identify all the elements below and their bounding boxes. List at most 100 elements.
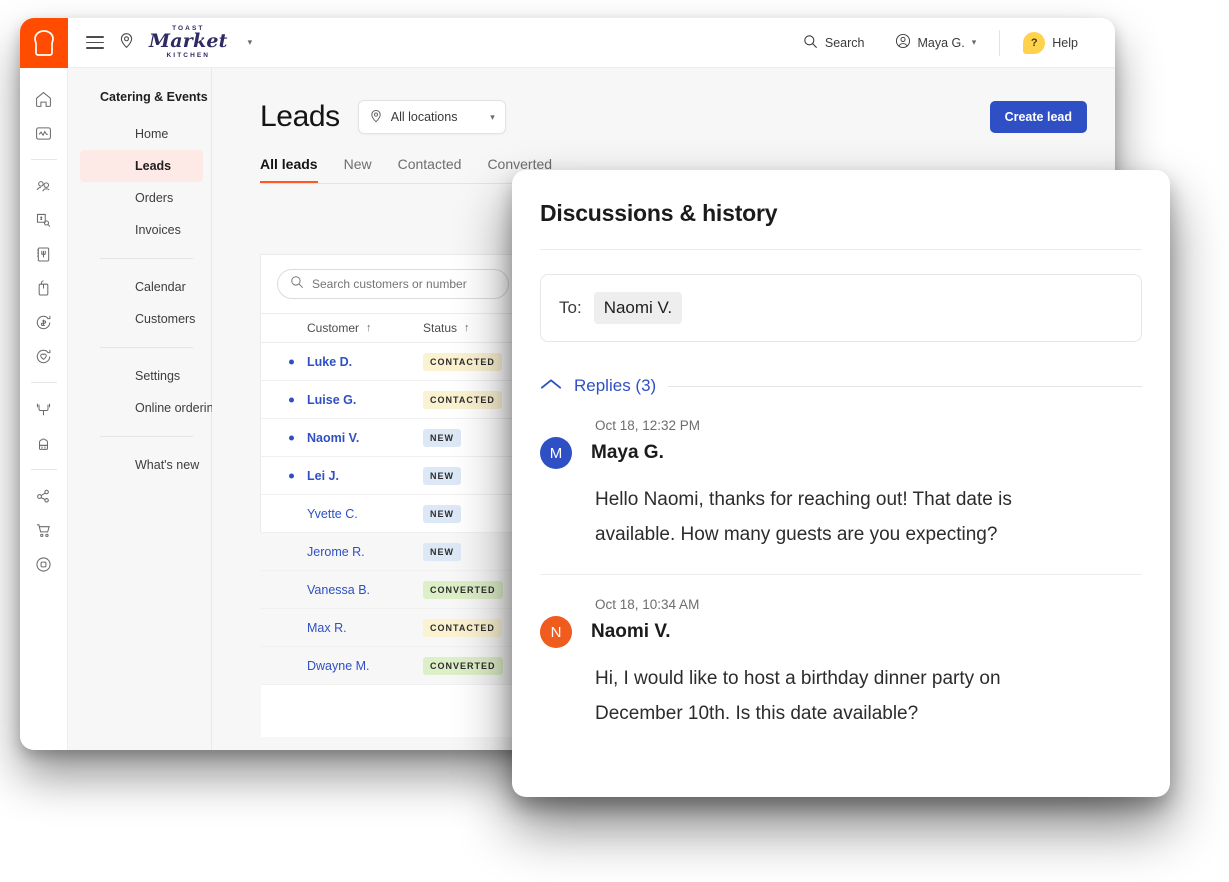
column-header-customer[interactable]: Customer ↑ [277,321,423,335]
cell-customer[interactable]: Yvette C. [277,505,423,523]
help-button-label: Help [1052,35,1078,50]
column-header-status-label: Status [423,321,458,335]
status-badge: CONTACTED [423,391,502,409]
sidebar-item-whats-new[interactable]: What's new [80,449,203,481]
unread-dot-icon [289,397,294,402]
customer-name[interactable]: Jerome R. [307,545,365,559]
modal-divider [540,249,1142,250]
message-timestamp: Oct 18, 12:32 PM [595,418,701,433]
search-button[interactable]: Search [788,34,880,52]
search-input[interactable] [312,277,496,291]
avatar-icon [895,33,911,52]
sidebar-item-invoices[interactable]: Invoices [80,214,203,246]
home-icon[interactable] [27,82,61,116]
sort-ascending-icon: ↑ [464,322,470,334]
message-header: N Naomi V. [540,616,1142,649]
cell-customer[interactable]: Luise G. [277,391,423,409]
menus-icon[interactable] [27,237,61,271]
customer-name[interactable]: Luke D. [307,355,352,369]
message-list: Oct 18, 12:32 PM M Maya G. Hello Naomi, tha… [512,418,1170,732]
cart-icon[interactable] [27,513,61,547]
sidebar-item-home[interactable]: Home [80,118,203,150]
sidebar-item-orders[interactable]: Orders [80,182,203,214]
rail-divider [30,159,57,160]
cell-customer[interactable]: Vanessa B. [277,581,423,599]
to-recipient-chip[interactable]: Naomi V. [593,292,683,324]
avatar: N [540,616,572,649]
chevron-down-icon: ▾ [490,111,495,122]
tab-all-leads[interactable]: All leads [260,156,318,184]
loyalty-icon[interactable] [27,339,61,373]
search-customers-box[interactable] [277,269,509,299]
cell-customer[interactable]: Jerome R. [277,543,423,561]
customer-name[interactable]: Naomi V. [307,431,359,445]
status-badge: CONTACTED [423,619,502,637]
sort-ascending-icon: ↑ [366,322,372,334]
cell-customer[interactable]: Dwayne M. [277,657,423,675]
kitchen-icon[interactable] [27,426,61,460]
message-body: Hello Naomi, thanks for reaching out! Th… [595,489,1012,546]
cell-customer[interactable]: Luke D. [277,353,423,371]
location-pin-icon [369,109,383,126]
cell-customer[interactable]: Naomi V. [277,429,423,447]
table-service-icon[interactable] [27,392,61,426]
nav-sidebar: Catering & Events Home Leads Orders Invo… [68,68,220,750]
replies-section-header[interactable]: Replies (3) [540,376,1142,396]
replies-rule [668,385,1142,387]
tab-contacted[interactable]: Contacted [398,156,462,184]
message-item: Oct 18, 12:32 PM M Maya G. Hello Naomi, tha… [512,418,1170,552]
customer-name[interactable]: Max R. [307,621,347,635]
payments-icon[interactable] [27,305,61,339]
unread-dot-icon [289,473,294,478]
customer-name[interactable]: Luise G. [307,393,356,407]
help-button[interactable]: ? Help [1008,31,1093,54]
sidebar-item-customers[interactable]: Customers [80,303,203,335]
page-header: Leads All locations ▾ Create lead [212,68,1115,134]
customer-name[interactable]: Vanessa B. [307,583,370,597]
customer-name[interactable]: Yvette C. [307,507,358,521]
rail-divider [30,382,57,383]
integrations-icon[interactable] [27,479,61,513]
location-filter-dropdown[interactable]: All locations ▾ [357,100,506,134]
status-badge: CONVERTED [423,581,503,599]
topbar-left-group: TOAST Market KITCHEN ▾ [68,25,253,60]
logo-script-text: Market [149,30,228,53]
status-badge: CONTACTED [423,353,502,371]
cell-customer[interactable]: Max R. [277,619,423,637]
top-bar: TOAST Market KITCHEN ▾ Search Maya G. ▾ … [20,18,1115,68]
cell-customer[interactable]: Lei J. [277,467,423,485]
device-icon[interactable] [27,547,61,581]
message-body: Hi, I would like to host a birthday dinn… [595,668,1001,725]
sidebar-item-online-ordering[interactable]: Online ordering [80,392,220,424]
bag-icon[interactable] [27,271,61,305]
modal-title: Discussions & history [540,200,778,226]
topbar-divider [999,29,1001,56]
status-badge: NEW [423,543,461,561]
tab-new[interactable]: New [344,156,372,184]
user-menu-label: Maya G. [917,35,965,50]
hamburger-menu-icon[interactable] [86,36,104,49]
page-title: Leads [260,100,340,133]
logo-bottom-text: KITCHEN [166,51,211,59]
customer-name[interactable]: Dwayne M. [307,659,370,673]
analytics-icon[interactable] [27,116,61,150]
create-lead-button[interactable]: Create lead [989,101,1087,133]
guests-icon[interactable] [27,169,61,203]
toast-logo-icon[interactable] [20,18,68,68]
to-field[interactable]: To: Naomi V. [540,274,1142,342]
sidebar-item-settings[interactable]: Settings [80,360,203,392]
customer-name[interactable]: Lei J. [307,469,339,483]
user-menu[interactable]: Maya G. ▾ [880,33,992,52]
location-pin-icon[interactable] [118,32,135,54]
rail-divider [30,469,57,470]
unread-dot-icon [289,359,294,364]
sidebar-item-leads[interactable]: Leads [80,150,203,182]
sidebar-item-calendar[interactable]: Calendar [80,271,203,303]
status-badge: NEW [423,429,461,447]
chevron-up-icon[interactable] [540,377,562,396]
message-divider [540,574,1142,576]
restaurant-logo[interactable]: TOAST Market KITCHEN [149,25,228,60]
message-author: Maya G. [591,442,664,463]
chevron-down-icon[interactable]: ▾ [248,37,253,48]
billing-icon[interactable] [27,203,61,237]
